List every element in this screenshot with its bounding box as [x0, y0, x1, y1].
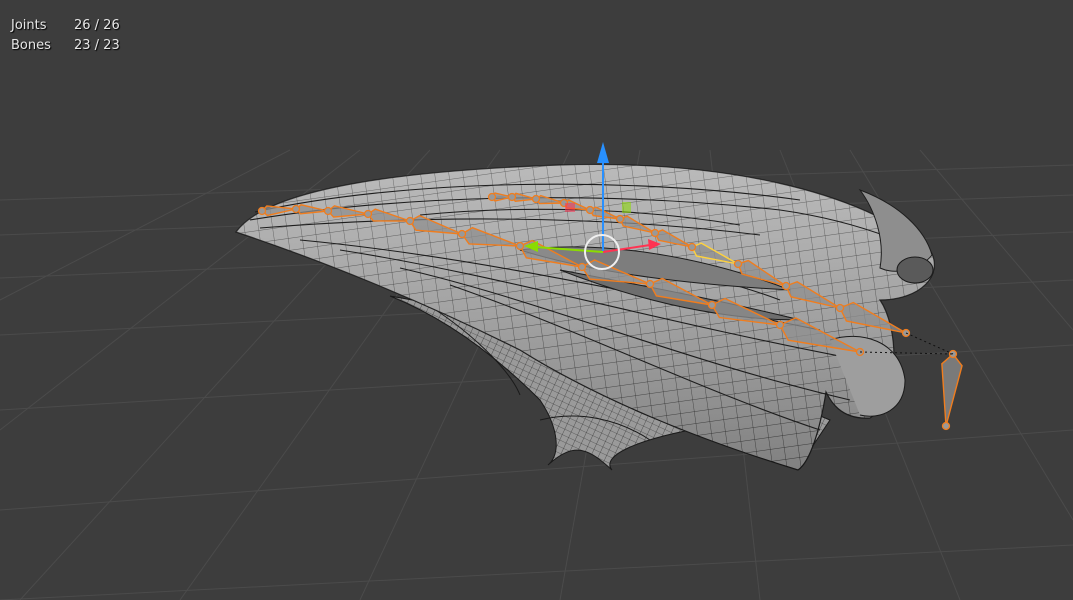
joints-label: Joints	[11, 18, 47, 33]
bone-joint[interactable]	[257, 206, 267, 216]
bone-joint[interactable]	[615, 214, 625, 224]
bone-joint[interactable]	[363, 209, 373, 219]
joints-stat: Joints 26 / 26	[11, 16, 120, 36]
joints-value: 26 / 26	[74, 18, 120, 33]
bone-joint[interactable]	[531, 194, 541, 204]
bone-joint[interactable]	[507, 192, 517, 202]
root-bone[interactable]	[941, 352, 963, 427]
bones-label: Bones	[11, 38, 51, 53]
bone-joint[interactable]	[781, 281, 791, 291]
z-axis-arrow-icon[interactable]	[597, 142, 609, 163]
parent-relation-line	[905, 332, 954, 355]
bone-joint[interactable]	[835, 303, 845, 313]
bone-joint[interactable]	[515, 241, 525, 251]
bone-joint[interactable]	[457, 229, 467, 239]
bones-stat: Bones 23 / 23	[11, 36, 120, 56]
bone-joint[interactable]	[650, 228, 660, 238]
bone-joint[interactable]	[323, 206, 333, 216]
bone-joint[interactable]	[687, 242, 697, 252]
bone-joint[interactable]	[405, 216, 415, 226]
bone-joint[interactable]	[291, 204, 301, 214]
viewport-stats: Joints 26 / 26 Bones 23 / 23	[11, 16, 120, 56]
bone-joint[interactable]	[707, 300, 717, 310]
yz-plane-handle[interactable]	[565, 203, 575, 212]
bone-joint[interactable]	[585, 205, 595, 215]
bones-value: 23 / 23	[74, 38, 120, 53]
3d-viewport[interactable]: Joints 26 / 26 Bones 23 / 23	[0, 0, 1073, 600]
bone-joint[interactable]	[775, 320, 785, 330]
bone-joint[interactable]	[645, 279, 655, 289]
bone-joint[interactable]	[577, 262, 587, 272]
bone-joint[interactable]	[941, 421, 951, 431]
xz-plane-handle[interactable]	[622, 202, 631, 213]
bone-joint[interactable]	[487, 192, 497, 202]
bone-joint[interactable]	[733, 259, 743, 269]
viewport-scene[interactable]	[0, 0, 1073, 600]
